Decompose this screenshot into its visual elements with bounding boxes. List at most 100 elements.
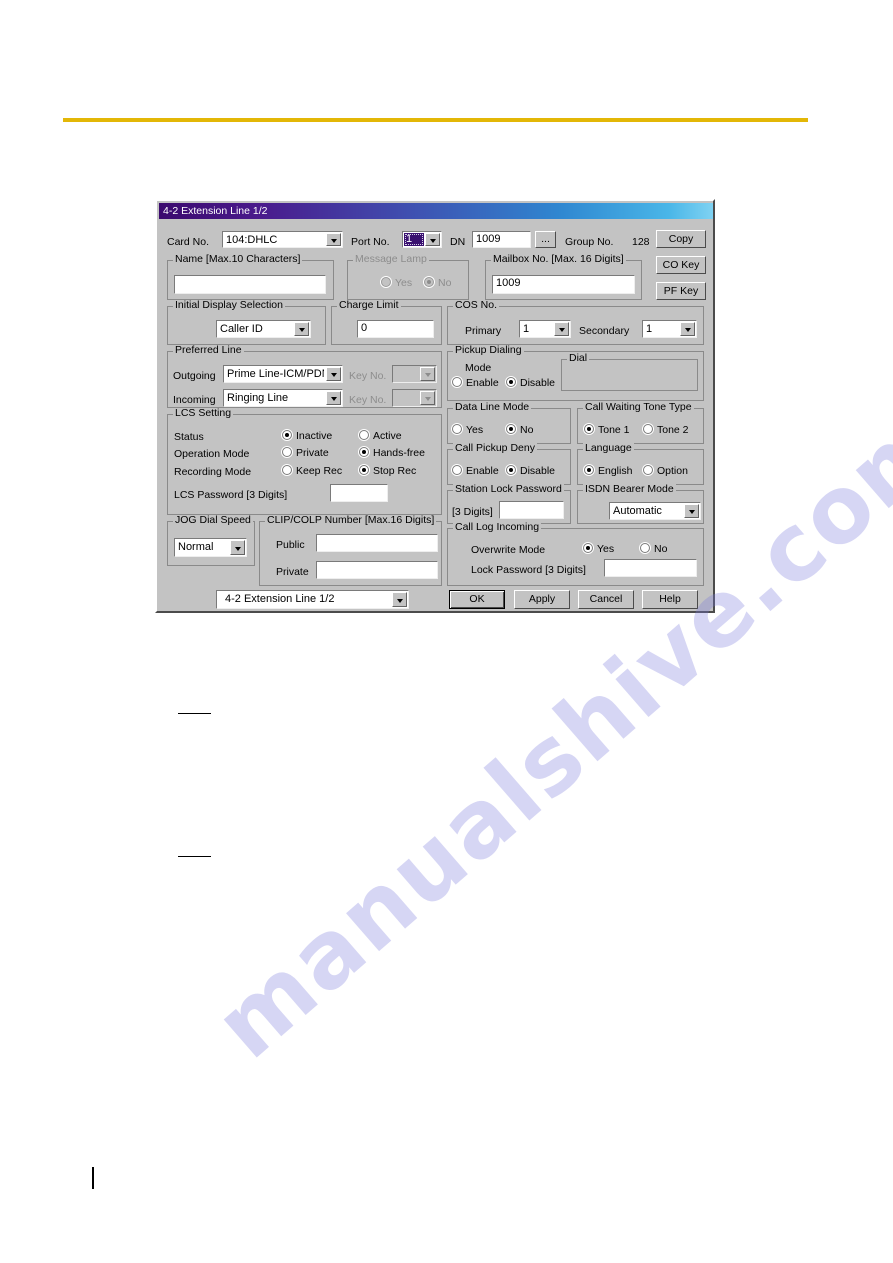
chevron-down-icon xyxy=(420,367,435,381)
call-pickup-deny-legend: Call Pickup Deny xyxy=(453,442,537,454)
data-line-mode-yes-label[interactable]: Yes xyxy=(466,424,483,436)
call-log-overwrite-no-radio[interactable] xyxy=(640,543,650,553)
lcs-operation-label: Operation Mode xyxy=(174,448,250,460)
lcs-operation-private-radio[interactable] xyxy=(282,447,292,457)
station-lock-digits-label: [3 Digits] xyxy=(452,506,493,518)
pickup-dialing-disable-radio[interactable] xyxy=(506,377,516,387)
preferred-outgoing-key-label: Key No. xyxy=(349,370,387,382)
help-button[interactable]: Help xyxy=(642,590,698,609)
chevron-down-icon[interactable] xyxy=(554,322,569,336)
mailbox-input[interactable]: 1009 xyxy=(492,275,635,294)
dn-browse-button[interactable]: ... xyxy=(535,231,556,248)
chevron-down-icon[interactable] xyxy=(294,322,309,336)
apply-button-label: Apply xyxy=(528,593,556,605)
chevron-down-icon[interactable] xyxy=(684,504,699,518)
isdn-bearer-legend: ISDN Bearer Mode xyxy=(583,483,676,495)
lcs-operation-private-label[interactable]: Private xyxy=(296,447,329,459)
lcs-status-label: Status xyxy=(174,431,204,443)
lcs-status-inactive-label[interactable]: Inactive xyxy=(296,430,332,442)
call-waiting-tone2-label[interactable]: Tone 2 xyxy=(657,424,689,436)
name-input[interactable] xyxy=(174,275,326,294)
port-no-combo[interactable]: 1 xyxy=(402,231,442,248)
lcs-operation-handsfree-label[interactable]: Hands-free xyxy=(373,447,425,459)
lcs-status-inactive-radio[interactable] xyxy=(282,430,292,440)
cos-secondary-combo[interactable]: 1 xyxy=(642,320,697,338)
chevron-down-icon[interactable] xyxy=(326,391,341,405)
cos-primary-combo[interactable]: 1 xyxy=(519,320,571,338)
isdn-bearer-combo[interactable]: Automatic xyxy=(609,502,701,520)
message-lamp-no-radio xyxy=(424,277,434,287)
mailbox-legend: Mailbox No. [Max. 16 Digits] xyxy=(491,253,626,265)
group-no-value: 128 xyxy=(632,236,650,248)
cancel-button[interactable]: Cancel xyxy=(578,590,634,609)
station-lock-input[interactable] xyxy=(499,501,564,519)
lcs-recording-stop-label[interactable]: Stop Rec xyxy=(373,465,416,477)
preferred-outgoing-combo[interactable]: Prime Line-ICM/PDN xyxy=(223,365,343,383)
pickup-dialing-enable-radio[interactable] xyxy=(452,377,462,387)
ok-button[interactable]: OK xyxy=(449,590,505,609)
lcs-recording-keep-label[interactable]: Keep Rec xyxy=(296,465,342,477)
lcs-operation-handsfree-radio[interactable] xyxy=(359,447,369,457)
chevron-down-icon[interactable] xyxy=(326,233,341,246)
extension-line-dialog: 4-2 Extension Line 1/2 Card No. 104:DHLC… xyxy=(155,199,715,613)
charge-limit-input[interactable]: 0 xyxy=(357,320,434,338)
copy-button[interactable]: Copy xyxy=(656,230,706,248)
dialog-titlebar: 4-2 Extension Line 1/2 xyxy=(159,203,713,219)
call-pickup-deny-disable-label[interactable]: Disable xyxy=(520,465,555,477)
language-option-label[interactable]: Option xyxy=(657,465,688,477)
chevron-down-icon[interactable] xyxy=(680,322,695,336)
apply-button[interactable]: Apply xyxy=(514,590,570,609)
lcs-recording-stop-radio[interactable] xyxy=(359,465,369,475)
pickup-dial-legend: Dial xyxy=(567,352,590,364)
data-line-mode-no-radio[interactable] xyxy=(506,424,516,434)
pf-key-button[interactable]: PF Key xyxy=(656,282,706,300)
co-key-button[interactable]: CO Key xyxy=(656,256,706,274)
dn-input[interactable]: 1009 xyxy=(472,231,531,248)
preferred-outgoing-label: Outgoing xyxy=(173,370,216,382)
page-selector-combo[interactable]: 4-2 Extension Line 1/2 xyxy=(216,590,409,609)
language-option-radio[interactable] xyxy=(643,465,653,475)
pickup-dialing-legend: Pickup Dialing xyxy=(453,344,524,356)
page-margin-tick xyxy=(92,1167,94,1189)
language-english-label[interactable]: English xyxy=(598,465,632,477)
pickup-dialing-disable-label[interactable]: Disable xyxy=(520,377,555,389)
call-log-lock-password-input[interactable] xyxy=(604,559,697,577)
clip-colp-public-input[interactable] xyxy=(316,534,438,552)
call-log-overwrite-yes-radio[interactable] xyxy=(583,543,593,553)
station-lock-legend: Station Lock Password xyxy=(453,483,564,495)
pickup-dialing-enable-label[interactable]: Enable xyxy=(466,377,499,389)
charge-limit-legend: Charge Limit xyxy=(337,299,401,311)
preferred-incoming-combo[interactable]: Ringing Line xyxy=(223,389,343,407)
preferred-incoming-key-combo xyxy=(392,389,437,407)
lcs-password-input[interactable] xyxy=(330,484,388,502)
lcs-recording-keep-radio[interactable] xyxy=(282,465,292,475)
call-log-overwrite-no-label[interactable]: No xyxy=(654,543,667,555)
call-waiting-tone2-radio[interactable] xyxy=(643,424,653,434)
dn-label: DN xyxy=(450,236,466,248)
call-pickup-deny-enable-label[interactable]: Enable xyxy=(466,465,499,477)
chevron-down-icon[interactable] xyxy=(392,592,407,607)
language-english-radio[interactable] xyxy=(584,465,594,475)
call-log-overwrite-yes-label[interactable]: Yes xyxy=(597,543,614,555)
data-line-mode-no-label[interactable]: No xyxy=(520,424,533,436)
call-waiting-tone1-radio[interactable] xyxy=(584,424,594,434)
chevron-down-icon[interactable] xyxy=(326,367,341,381)
data-line-mode-yes-radio[interactable] xyxy=(452,424,462,434)
co-key-button-label: CO Key xyxy=(662,259,700,271)
lcs-status-active-label[interactable]: Active xyxy=(373,430,402,442)
group-no-label: Group No. xyxy=(565,236,614,248)
call-pickup-deny-enable-radio[interactable] xyxy=(452,465,462,475)
jog-dial-speed-combo[interactable]: Normal xyxy=(174,538,247,557)
chevron-down-icon xyxy=(420,391,435,405)
jog-dial-speed-legend: JOG Dial Speed xyxy=(173,514,253,526)
clip-colp-legend: CLIP/COLP Number [Max.16 Digits] xyxy=(265,514,437,526)
call-waiting-tone1-label[interactable]: Tone 1 xyxy=(598,424,630,436)
chevron-down-icon[interactable] xyxy=(425,233,440,246)
clip-colp-private-input[interactable] xyxy=(316,561,438,579)
body-rule-upper xyxy=(178,713,211,714)
initial-display-combo[interactable]: Caller ID xyxy=(216,320,311,338)
call-pickup-deny-disable-radio[interactable] xyxy=(506,465,516,475)
lcs-status-active-radio[interactable] xyxy=(359,430,369,440)
card-no-combo[interactable]: 104:DHLC xyxy=(222,231,343,248)
chevron-down-icon[interactable] xyxy=(230,540,245,555)
